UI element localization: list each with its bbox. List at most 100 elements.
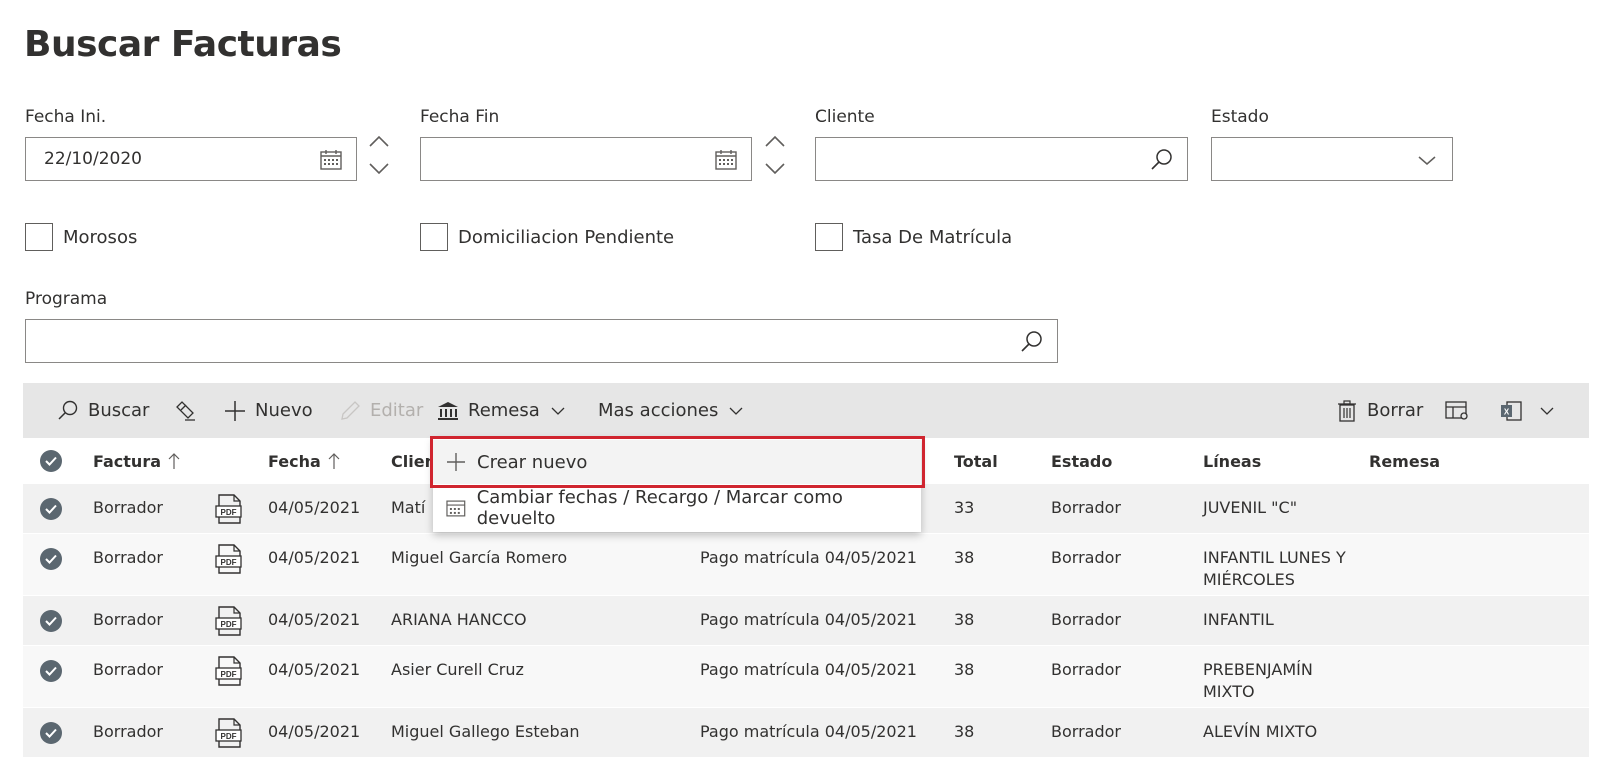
cell-cliente[interactable]: Miguel García Romero <box>391 547 567 569</box>
programa-input[interactable] <box>25 319 1058 363</box>
domiciliacion-checkbox-box[interactable] <box>420 223 448 251</box>
menu-item-cambiar-fechas[interactable]: Cambiar fechas / Recargo / Marcar como d… <box>433 486 921 530</box>
calendar-icon[interactable] <box>713 147 739 173</box>
domiciliacion-label: Domiciliacion Pendiente <box>458 226 675 248</box>
page-title: Buscar Facturas <box>24 24 342 65</box>
fecha-fin-input[interactable] <box>420 137 752 181</box>
table-row[interactable]: Borrador PDF 04/05/2021 Miguel Gallego E… <box>23 708 1589 758</box>
morosos-checkbox[interactable]: Morosos <box>25 223 137 251</box>
domiciliacion-checkbox[interactable]: Domiciliacion Pendiente <box>420 223 674 251</box>
nuevo-label: Nuevo <box>255 400 313 421</box>
morosos-label: Morosos <box>63 226 138 248</box>
editar-label: Editar <box>370 400 424 421</box>
check-icon <box>45 504 57 514</box>
command-bar: Buscar Nuevo Editar Remesa Mas acciones … <box>23 383 1589 438</box>
sort-up-icon <box>168 453 180 469</box>
table-settings-button[interactable] <box>1444 383 1478 438</box>
cell-concepto: Pago matrícula 04/05/2021 <box>700 548 917 567</box>
morosos-checkbox-box[interactable] <box>25 223 53 251</box>
check-icon <box>45 456 57 466</box>
estado-select[interactable] <box>1211 137 1453 181</box>
cell-fecha: 04/05/2021 <box>268 722 361 741</box>
check-icon <box>45 554 57 564</box>
column-header-fecha[interactable]: Fecha <box>268 438 341 484</box>
cell-cliente[interactable]: Miguel Gallego Esteban <box>391 721 580 743</box>
export-excel-button[interactable]: X <box>1499 383 1565 438</box>
menu-item-crear-nuevo[interactable]: Crear nuevo <box>433 440 921 484</box>
tasa-checkbox-box[interactable] <box>815 223 843 251</box>
column-header-cliente[interactable]: Clien <box>391 438 436 484</box>
column-header-estado[interactable]: Estado <box>1051 438 1112 484</box>
cell-concepto: Pago matrícula 04/05/2021 <box>700 610 917 629</box>
clear-filters-button[interactable] <box>173 383 205 438</box>
search-icon[interactable] <box>1149 147 1175 173</box>
cell-total: 38 <box>954 722 975 741</box>
pdf-icon[interactable]: PDF <box>214 543 244 575</box>
pdf-icon[interactable]: PDF <box>214 605 244 637</box>
remesa-button[interactable]: Remesa <box>436 383 576 438</box>
cell-factura: Borrador <box>93 548 163 567</box>
menu-item-cambiar-fechas-label: Cambiar fechas / Recargo / Marcar como d… <box>476 487 843 529</box>
menu-item-crear-nuevo-label: Crear nuevo <box>477 451 588 473</box>
fecha-ini-label: Fecha Ini. <box>25 107 107 127</box>
buscar-button[interactable]: Buscar <box>56 383 149 438</box>
cell-estado: Borrador <box>1051 610 1121 629</box>
cell-fecha: 04/05/2021 <box>268 498 361 517</box>
fecha-fin-spinner[interactable] <box>762 132 788 180</box>
table-row[interactable]: Borrador PDF 04/05/2021 Asier Curell Cru… <box>23 646 1589 708</box>
column-header-total[interactable]: Total <box>954 438 998 484</box>
row-select-checkbox[interactable] <box>40 498 62 520</box>
borrar-button[interactable]: Borrar <box>1335 383 1423 438</box>
svg-text:PDF: PDF <box>221 558 237 567</box>
cell-cliente[interactable]: Matí <box>391 497 425 519</box>
cell-total: 38 <box>954 548 975 567</box>
mas-acciones-button[interactable]: Mas acciones <box>598 383 754 438</box>
row-select-checkbox[interactable] <box>40 610 62 632</box>
cell-cliente[interactable]: Asier Curell Cruz <box>391 659 524 681</box>
calendar-icon[interactable] <box>318 147 344 173</box>
cell-fecha: 04/05/2021 <box>268 660 361 679</box>
buscar-label: Buscar <box>88 400 150 421</box>
cell-factura: Borrador <box>93 722 163 741</box>
estado-label: Estado <box>1211 107 1269 127</box>
cell-total: 38 <box>954 610 975 629</box>
remesa-label: Remesa <box>468 400 540 421</box>
pdf-icon[interactable]: PDF <box>214 717 244 749</box>
fecha-ini-spinner[interactable] <box>366 132 392 180</box>
cell-estado: Borrador <box>1051 498 1121 517</box>
select-all-checkbox[interactable] <box>40 450 62 472</box>
table-row[interactable]: Borrador PDF 04/05/2021 Miguel García Ro… <box>23 534 1589 596</box>
cell-factura: Borrador <box>93 498 163 517</box>
table-row[interactable]: Borrador PDF 04/05/2021 ARIANA HANCCO Pa… <box>23 596 1589 646</box>
cell-factura: Borrador <box>93 660 163 679</box>
editar-button[interactable]: Editar <box>338 383 423 438</box>
cliente-input[interactable] <box>815 137 1188 181</box>
cell-concepto: Pago matrícula 04/05/2021 <box>700 722 917 741</box>
row-select-checkbox[interactable] <box>40 660 62 682</box>
eraser-icon <box>176 400 195 421</box>
fecha-ini-input[interactable]: 22/10/2020 <box>25 137 357 181</box>
pdf-icon[interactable]: PDF <box>214 655 244 687</box>
column-header-lineas[interactable]: Líneas <box>1203 438 1261 484</box>
pdf-icon[interactable]: PDF <box>214 493 244 525</box>
cell-cliente[interactable]: ARIANA HANCCO <box>391 609 527 631</box>
svg-text:X: X <box>1504 407 1510 416</box>
search-icon[interactable] <box>1019 329 1045 355</box>
cell-estado: Borrador <box>1051 722 1121 741</box>
row-select-checkbox[interactable] <box>40 722 62 744</box>
tasa-checkbox[interactable]: Tasa De Matrícula <box>815 223 1012 251</box>
cell-factura: Borrador <box>93 610 163 629</box>
column-header-factura[interactable]: Factura <box>93 438 181 484</box>
chevron-down-icon <box>729 407 743 415</box>
chevron-down-icon <box>551 407 565 415</box>
cell-lineas: ALEVÍN MIXTO <box>1203 722 1318 741</box>
cell-fecha: 04/05/2021 <box>268 610 361 629</box>
svg-text:PDF: PDF <box>221 732 237 741</box>
row-select-checkbox[interactable] <box>40 548 62 570</box>
cell-lineas: INFANTIL <box>1203 610 1274 629</box>
column-header-remesa[interactable]: Remesa <box>1369 438 1440 484</box>
check-icon <box>45 728 57 738</box>
nuevo-button[interactable]: Nuevo <box>223 383 313 438</box>
svg-text:PDF: PDF <box>221 620 237 629</box>
sort-up-icon <box>328 453 340 469</box>
